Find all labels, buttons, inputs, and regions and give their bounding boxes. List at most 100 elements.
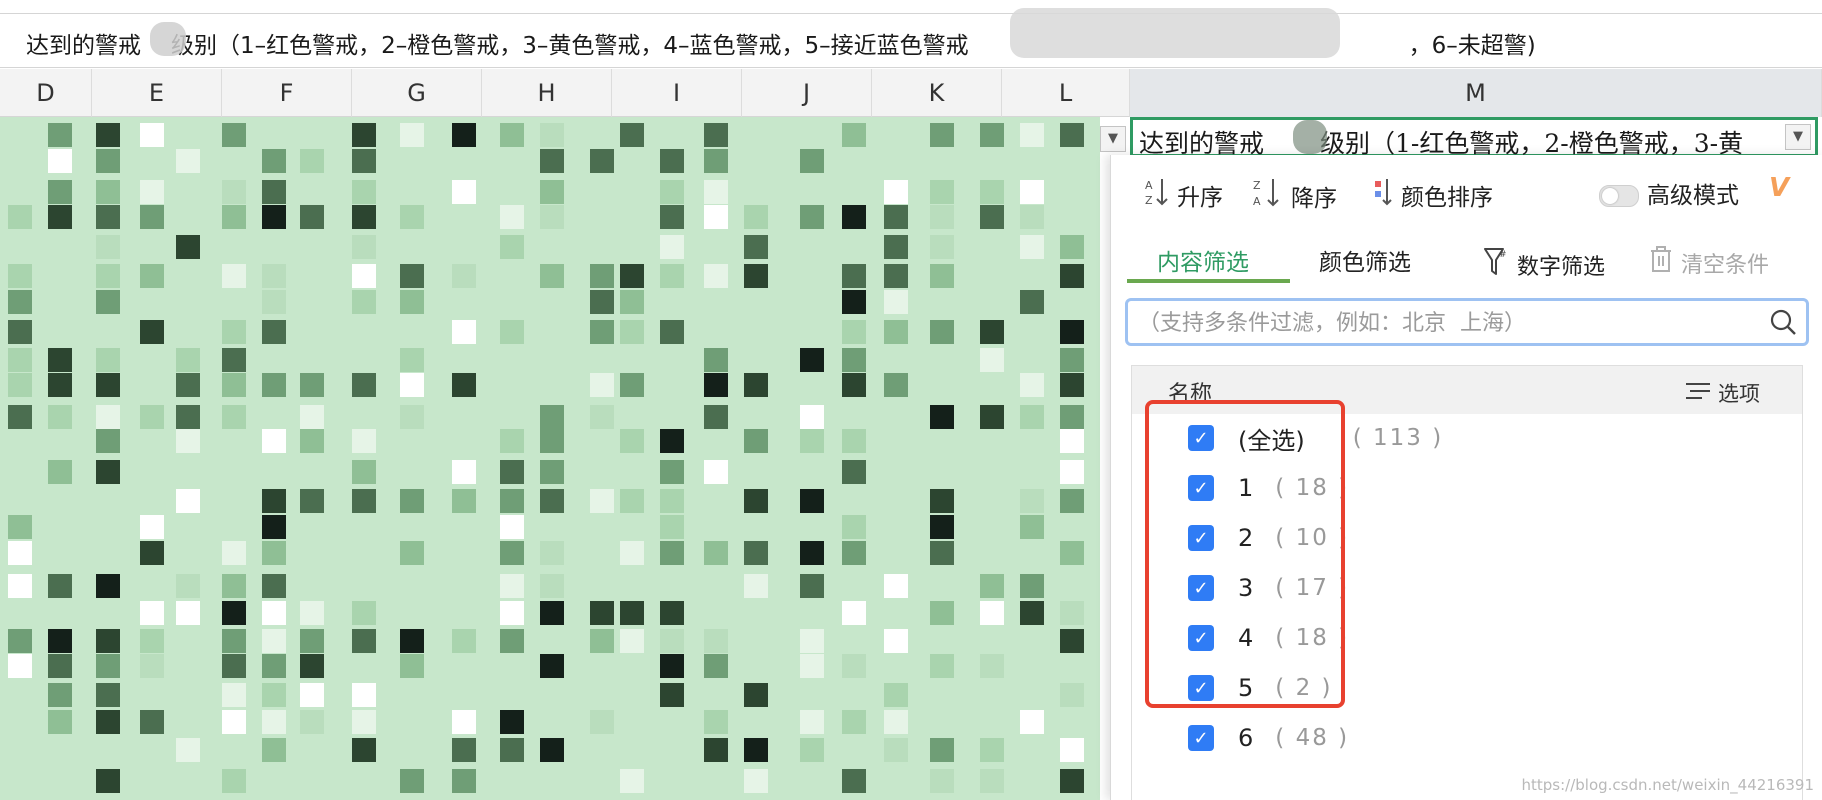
column-header-K[interactable]: K (872, 69, 1002, 117)
formula-text-part-2: 级别（1–红色警戒，2–橙色警戒，3–黄色警戒，4–蓝色警戒，5–接近蓝色警戒 (171, 33, 969, 59)
filter-panel: AZ 升序 ZA 降序 颜色排序 高级模式 V 内容筛选 颜色筛选 # 数字筛选… (1110, 155, 1822, 800)
redacted-pixel (352, 738, 376, 762)
redacted-pixel (660, 429, 684, 453)
redacted-pixel (352, 460, 376, 484)
redacted-pixel (8, 515, 32, 539)
clear-conditions-button[interactable]: 清空条件 (1649, 245, 1769, 281)
redacted-pixel (930, 205, 954, 229)
redacted-pixel (884, 683, 908, 707)
redacted-pixel (540, 738, 564, 762)
advanced-mode-toggle[interactable] (1599, 185, 1639, 207)
redacted-pixel (800, 541, 824, 565)
redacted-pixel (540, 149, 564, 173)
column-header-L[interactable]: L (1002, 69, 1130, 117)
redacted-pixel (96, 769, 120, 793)
options-button[interactable]: 选项 (1686, 378, 1760, 408)
redacted-pixel (1060, 320, 1084, 344)
redacted-pixel (452, 373, 476, 397)
redacted-pixel (262, 515, 286, 539)
svg-text:A: A (1253, 195, 1261, 208)
redacted-pixel (176, 405, 200, 429)
filter-dropdown-button-L[interactable]: ▼ (1100, 126, 1126, 152)
redacted-pixel (930, 320, 954, 344)
redacted-pixel (48, 683, 72, 707)
redacted-pixel (842, 460, 866, 484)
column-header-J[interactable]: J (742, 69, 872, 117)
redacted-pixel (660, 460, 684, 484)
redacted-pixel (744, 489, 768, 513)
redacted-pixel (262, 489, 286, 513)
redacted-pixel (660, 541, 684, 565)
redacted-pixel (222, 769, 246, 793)
tab-color-filter[interactable]: 颜色筛选 (1319, 243, 1411, 277)
tab-content-filter[interactable]: 内容筛选 (1157, 243, 1249, 277)
filter-search-input[interactable] (1136, 305, 1750, 341)
redacted-pixel (48, 180, 72, 204)
checkbox-checked-icon[interactable]: ✓ (1188, 725, 1214, 751)
column-header-F[interactable]: F (222, 69, 352, 117)
redacted-pixel (176, 601, 200, 625)
redacted-pixel (1060, 489, 1084, 513)
redacted-pixel (8, 629, 32, 653)
redacted-pixel (930, 738, 954, 762)
redacted-pixel (744, 264, 768, 288)
column-header-H[interactable]: H (482, 69, 612, 117)
redacted-pixel (352, 710, 376, 734)
sort-descending-button[interactable]: ZA 降序 (1253, 177, 1337, 215)
redacted-pixel (704, 460, 728, 484)
redacted-pixel (1060, 235, 1084, 259)
redacted-pixel (262, 320, 286, 344)
sort-by-color-button[interactable]: 颜色排序 (1373, 177, 1493, 213)
redacted-pixel (176, 373, 200, 397)
redacted-pixel (8, 348, 32, 372)
column-header-D[interactable]: D (0, 69, 92, 117)
redacted-pixel (96, 654, 120, 678)
redacted-pixel (262, 683, 286, 707)
column-header-G[interactable]: G (352, 69, 482, 117)
redacted-pixel (452, 180, 476, 204)
redacted-pixel (8, 405, 32, 429)
search-icon[interactable] (1768, 307, 1798, 341)
number-filter-button[interactable]: # 数字筛选 (1483, 245, 1605, 285)
redacted-pixel (48, 348, 72, 372)
column-header-E[interactable]: E (92, 69, 222, 117)
redacted-pixel (842, 601, 866, 625)
redacted-pixel (1060, 429, 1084, 453)
redacted-pixel (500, 541, 524, 565)
redacted-pixel (222, 629, 246, 653)
column-header-M[interactable]: M (1130, 69, 1822, 117)
redacted-pixel (540, 429, 564, 453)
active-tab-indicator (1127, 279, 1290, 283)
redacted-pixel (744, 574, 768, 598)
redacted-pixel (660, 180, 684, 204)
column-header-I[interactable]: I (612, 69, 742, 117)
list-item[interactable]: ✓ 6 ( 48 ) (1188, 718, 1349, 758)
spreadsheet-grid-redacted[interactable] (0, 117, 1100, 800)
redacted-pixel (222, 123, 246, 147)
redacted-pixel (500, 601, 524, 625)
redacted-pixel (704, 654, 728, 678)
redacted-pixel (660, 489, 684, 513)
redacted-pixel (500, 738, 524, 762)
redacted-pixel (96, 180, 120, 204)
redacted-pixel (620, 429, 644, 453)
formula-bar[interactable]: 达到的警戒 级别（1–红色警戒，2–橙色警戒，3–黄色警戒，4–蓝色警戒，5–接近… (0, 8, 1822, 68)
redacted-pixel (222, 601, 246, 625)
redacted-pixel (500, 515, 524, 539)
redacted-pixel (1060, 541, 1084, 565)
annotation-highlight-box (1145, 400, 1345, 708)
sort-ascending-button[interactable]: AZ 升序 (1145, 177, 1223, 213)
redacted-pixel (980, 320, 1004, 344)
redacted-pixel (744, 429, 768, 453)
redacted-pixel (590, 320, 614, 344)
vip-icon: V (1769, 173, 1790, 203)
filter-search-box[interactable] (1125, 298, 1809, 346)
redacted-pixel (930, 769, 954, 793)
header-cell-M[interactable]: 达到的警戒 级别（1-红色警戒，2-橙色警戒，3-黄 ▼ (1130, 117, 1818, 158)
redacted-pixel (222, 654, 246, 678)
redacted-pixel (704, 738, 728, 762)
redacted-pixel (540, 654, 564, 678)
redacted-pixel (8, 654, 32, 678)
redacted-pixel (540, 601, 564, 625)
filter-dropdown-button[interactable]: ▼ (1785, 124, 1811, 150)
